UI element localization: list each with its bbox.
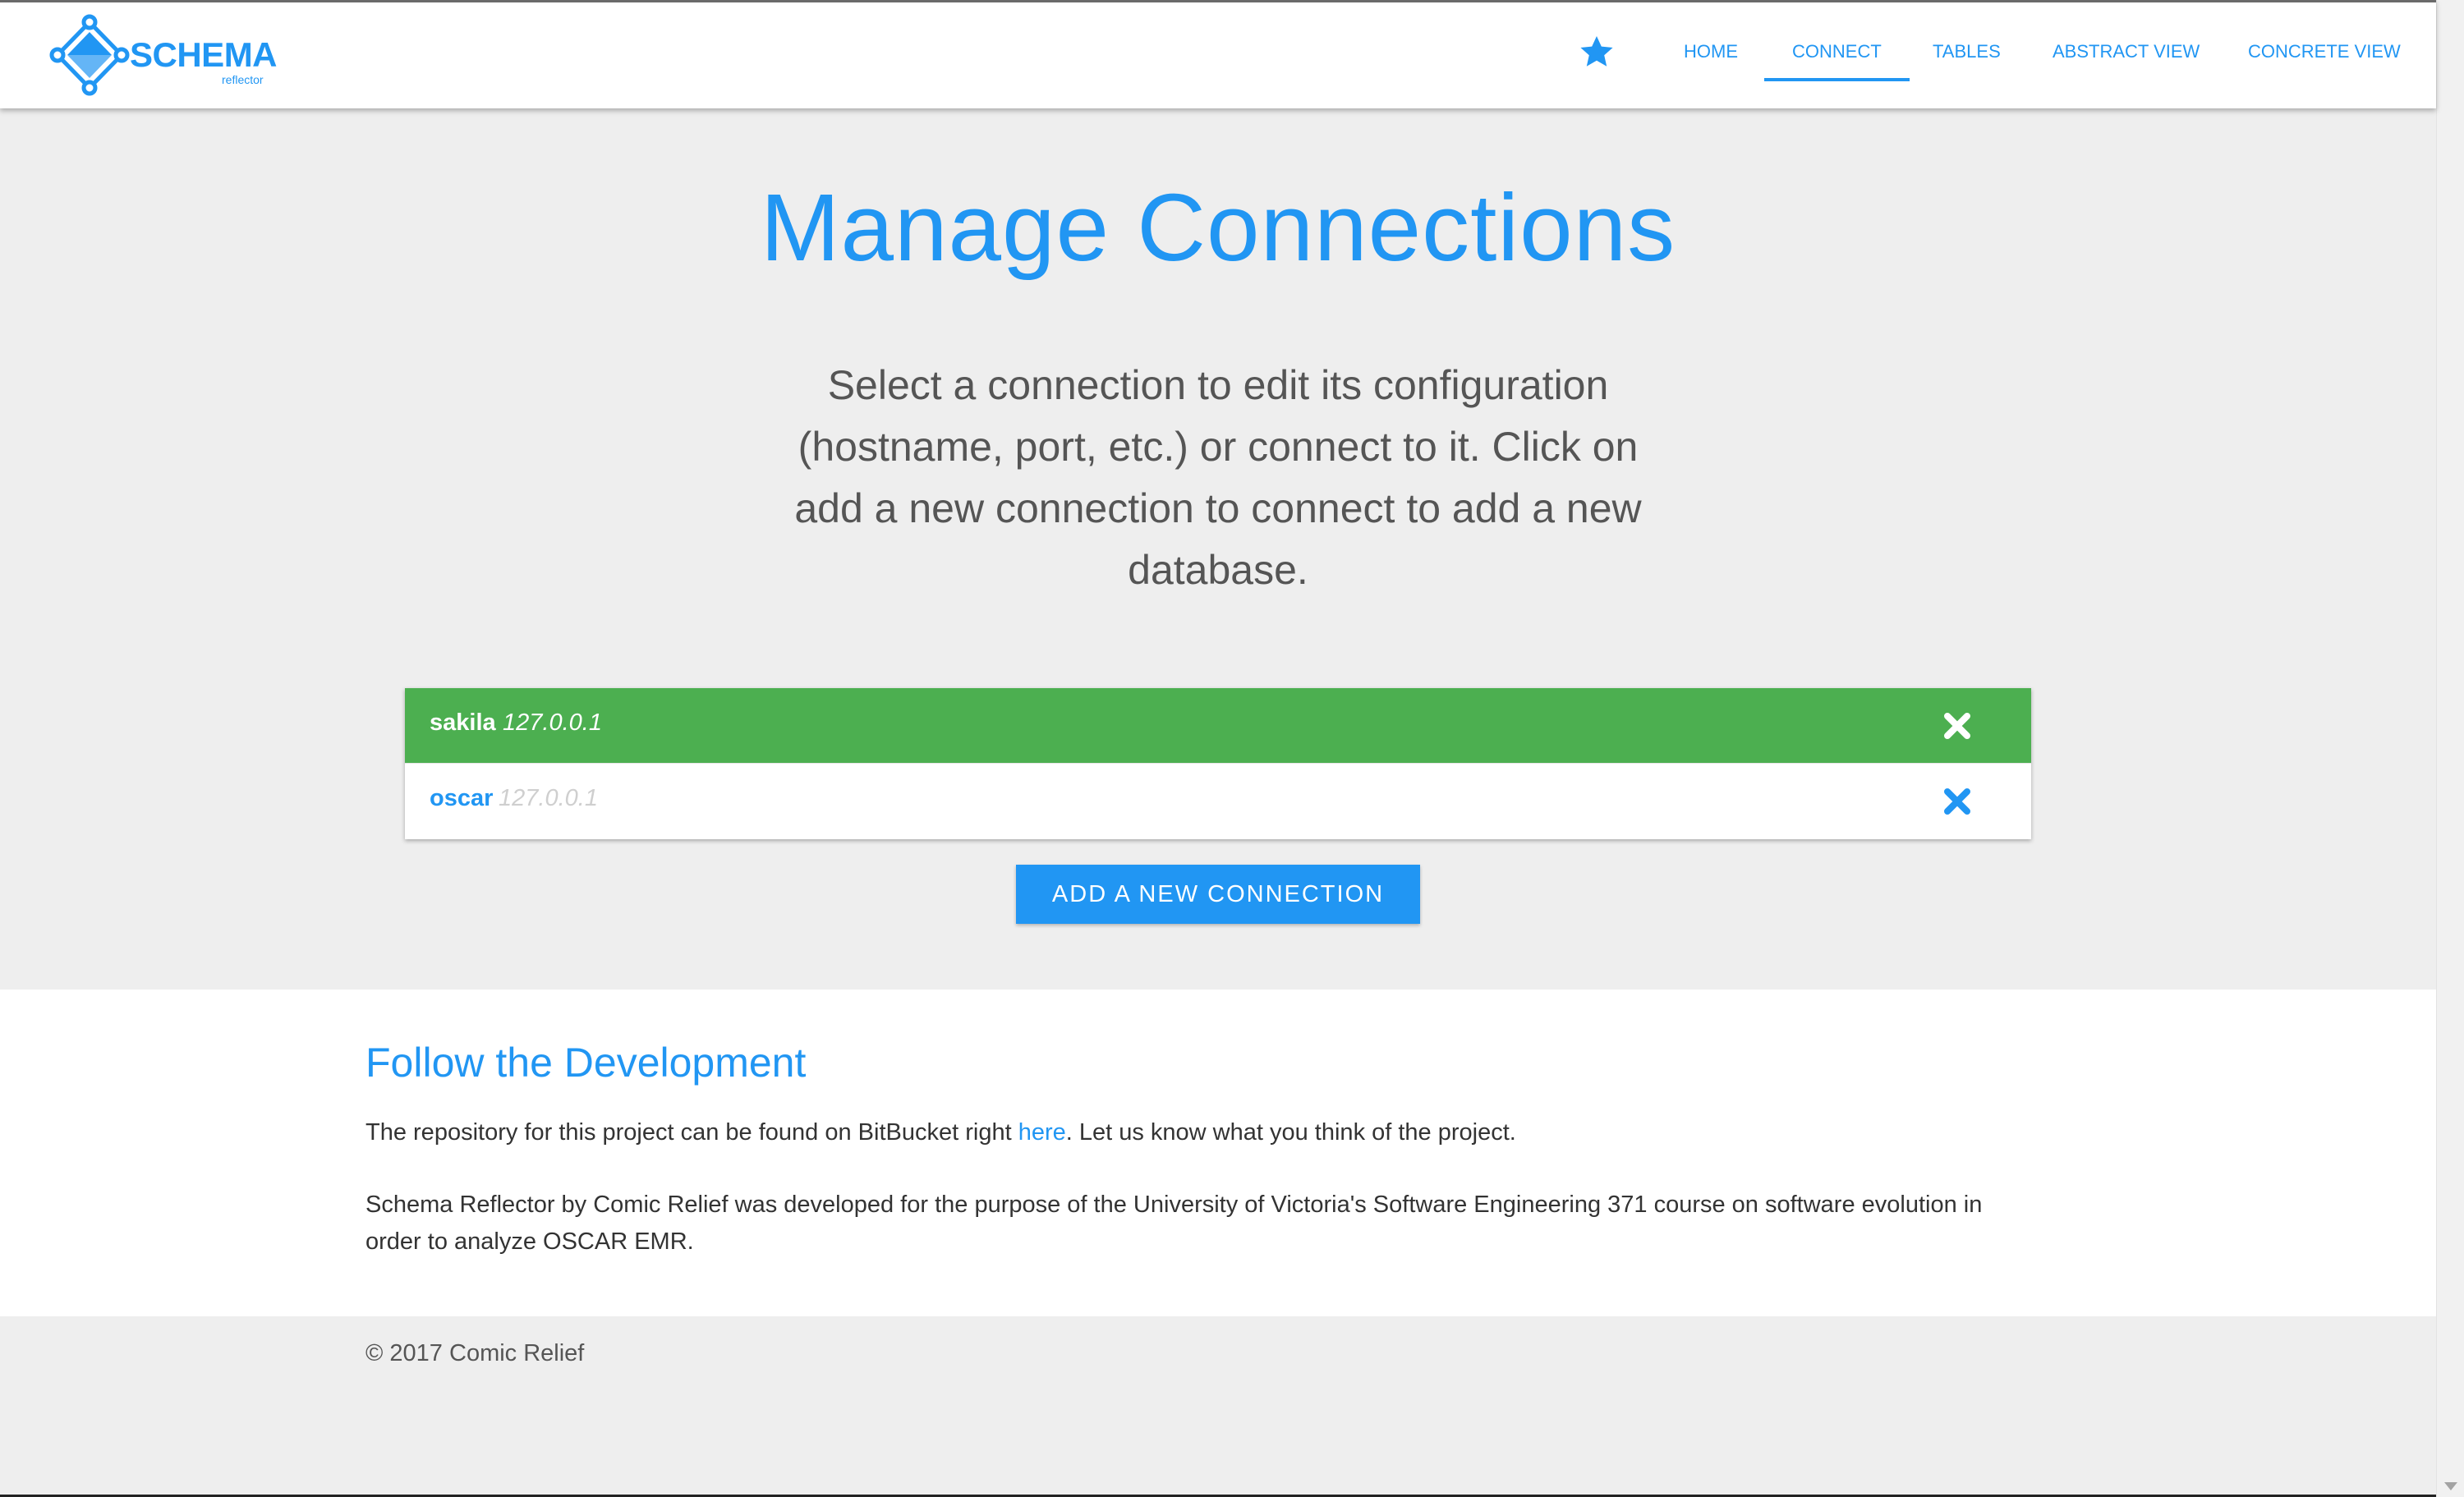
repository-text: The repository for this project can be f… [365, 1114, 2033, 1150]
connection-list: sakila 127.0.0.1 oscar 127.0.0.1 [405, 688, 2031, 839]
footer: Follow the Development The repository fo… [0, 990, 2436, 1316]
footer-title: Follow the Development [365, 1040, 807, 1086]
logo-wordmark: SCHEMA [130, 35, 278, 74]
nav-abstract-view-link[interactable]: ABSTRACT VIEW [2053, 2, 2200, 85]
nav-concrete-view-link[interactable]: CONCRETE VIEW [2248, 2, 2401, 85]
about-text: Schema Reflector by Comic Relief was dev… [365, 1192, 1983, 1255]
favorite-button[interactable] [1577, 32, 1616, 71]
browser-viewport: SCHEMA reflector HOME CONNECT TABLES ABS… [0, 0, 2464, 1497]
repository-link[interactable]: here [1018, 1119, 1066, 1146]
connection-name: oscar [430, 785, 494, 811]
logo-tagline: reflector [222, 73, 264, 86]
connection-item-sakila[interactable]: sakila 127.0.0.1 [405, 688, 2031, 764]
nav-connect-link[interactable]: CONNECT [1764, 2, 1910, 85]
connection-item-oscar[interactable]: oscar 127.0.0.1 [405, 764, 2031, 839]
remove-connection-button[interactable] [1942, 787, 1972, 816]
nav-home-link[interactable]: HOME [1684, 2, 1738, 85]
top-navbar: SCHEMA reflector HOME CONNECT TABLES ABS… [0, 0, 2436, 108]
repository-text-before: The repository for this project can be f… [365, 1119, 1018, 1146]
connection-name: sakila [430, 709, 496, 736]
connection-host: 127.0.0.1 [499, 785, 598, 811]
page-title: Manage Connections [760, 174, 1676, 281]
intro-text: Select a connection to edit its configur… [794, 362, 1642, 593]
close-icon [1944, 713, 1970, 739]
schema-reflector-logo[interactable]: SCHEMA reflector [49, 14, 279, 96]
star-icon [1580, 36, 1613, 67]
scroll-down-arrow-icon[interactable] [2444, 1482, 2457, 1490]
page: SCHEMA reflector HOME CONNECT TABLES ABS… [0, 0, 2436, 1497]
repository-text-after: . Let us know what you think of the proj… [1065, 1119, 1516, 1146]
nav-tables-link[interactable]: TABLES [1933, 2, 2001, 85]
remove-connection-button[interactable] [1942, 711, 1972, 741]
add-connection-button[interactable]: ADD A NEW CONNECTION [1016, 865, 1420, 924]
logo-icon [49, 14, 130, 96]
connection-host: 127.0.0.1 [503, 709, 602, 736]
close-icon [1944, 788, 1970, 815]
vertical-scrollbar[interactable] [2436, 0, 2464, 1497]
copyright: © 2017 Comic Relief [365, 1340, 585, 1366]
